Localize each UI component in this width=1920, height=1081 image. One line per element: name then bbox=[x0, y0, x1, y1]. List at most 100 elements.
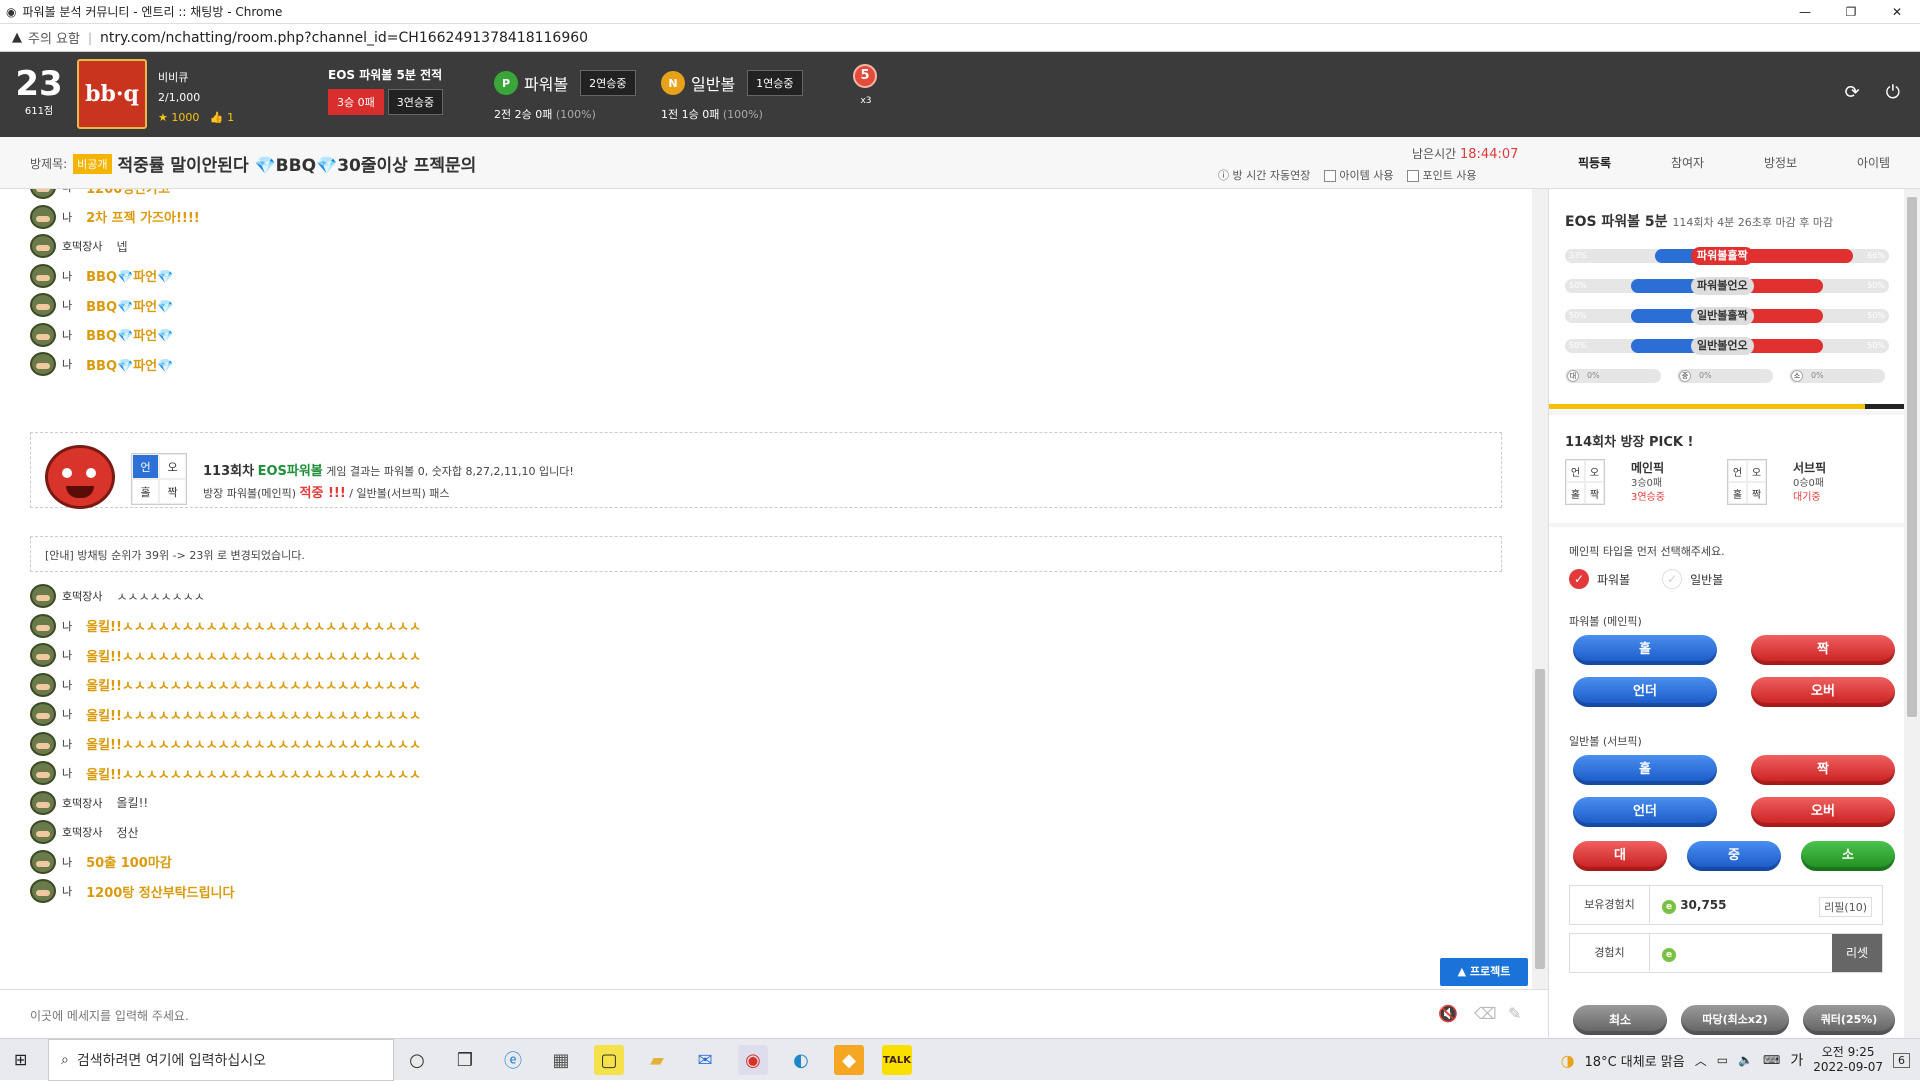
size-big-button[interactable]: 대 bbox=[1573, 841, 1667, 871]
normalball-type-label[interactable]: 일반볼 bbox=[1690, 571, 1723, 588]
user-avatar[interactable] bbox=[30, 643, 56, 667]
normalball-over-button[interactable]: 오버 bbox=[1751, 797, 1895, 827]
maximize-button[interactable]: ❐ bbox=[1828, 0, 1874, 24]
tab-pick-register[interactable]: 픽등록 bbox=[1548, 137, 1641, 188]
magic-wand-icon[interactable]: ✎ bbox=[1508, 1004, 1521, 1023]
message-nick[interactable]: 나 bbox=[62, 677, 72, 693]
user-avatar[interactable] bbox=[30, 613, 56, 638]
chat-log[interactable]: 나1200정산가고나2차 프젝 가즈아!!!!호떡장사넵나BBQ💎파언💎나BBQ… bbox=[0, 189, 1530, 989]
ime-indicator[interactable]: 가 bbox=[1790, 1050, 1803, 1070]
eraser-icon[interactable]: ⌫ bbox=[1474, 1004, 1497, 1023]
user-avatar[interactable] bbox=[30, 234, 56, 258]
powerball-even-button[interactable]: 짝 bbox=[1751, 635, 1895, 665]
calculator-icon[interactable]: ▦ bbox=[546, 1045, 576, 1075]
normalball-odd-button[interactable]: 홀 bbox=[1573, 755, 1717, 785]
message-nick[interactable]: 나 bbox=[62, 618, 72, 634]
item-use-checkbox[interactable] bbox=[1324, 170, 1337, 182]
keyboard-icon[interactable]: ⌨ bbox=[1763, 1053, 1780, 1067]
windows-start-icon[interactable]: ⊞ bbox=[14, 1050, 27, 1069]
chrome-app-icon[interactable]: ◉ bbox=[738, 1045, 768, 1075]
chat-scrollbar[interactable] bbox=[1532, 189, 1548, 989]
message-nick[interactable]: 호떡장사 bbox=[62, 795, 102, 811]
close-button[interactable]: ✕ bbox=[1874, 0, 1920, 24]
mute-icon[interactable]: 🔇 bbox=[1438, 1004, 1458, 1023]
user-avatar[interactable] bbox=[30, 189, 56, 199]
point-use-option[interactable]: 포인트 사용 bbox=[1407, 167, 1477, 183]
panel-scrollbar[interactable] bbox=[1904, 189, 1920, 1038]
message-nick[interactable]: 나 bbox=[62, 736, 72, 752]
powerball-under-button[interactable]: 언더 bbox=[1573, 677, 1717, 707]
user-avatar[interactable] bbox=[30, 879, 56, 903]
min-bet-button[interactable]: 최소 bbox=[1573, 1005, 1667, 1035]
size-mid-button[interactable]: 중 bbox=[1687, 841, 1781, 871]
taskbar-search-text[interactable]: 검색하려면 여기에 입력하십시오 bbox=[77, 1050, 266, 1070]
odds-bar-label[interactable]: 일반볼홀짝 bbox=[1691, 307, 1754, 325]
tray-chevron-icon[interactable]: ︿ bbox=[1695, 1052, 1707, 1069]
message-nick[interactable]: 호떡장사 bbox=[62, 588, 102, 604]
message-nick[interactable]: 호떡장사 bbox=[62, 824, 102, 840]
security-warning[interactable]: 주의 요함 bbox=[28, 28, 80, 47]
weather-text[interactable]: 18°C 대체로 맑음 bbox=[1585, 1051, 1685, 1070]
normalball-even-button[interactable]: 짝 bbox=[1751, 755, 1895, 785]
reset-button[interactable]: 리셋 bbox=[1832, 934, 1882, 972]
task-view-icon[interactable]: ❒ bbox=[450, 1045, 480, 1075]
kakaotalk-icon[interactable]: TALK bbox=[882, 1045, 912, 1075]
size-small-button[interactable]: 소 bbox=[1801, 841, 1895, 871]
message-nick[interactable]: 나 bbox=[62, 706, 72, 722]
owner-name[interactable]: 비비큐 bbox=[158, 68, 234, 88]
user-avatar[interactable] bbox=[30, 790, 56, 815]
message-nick[interactable]: 나 bbox=[62, 327, 72, 343]
chat-scroll-thumb[interactable] bbox=[1535, 669, 1545, 969]
message-nick[interactable]: 나 bbox=[62, 647, 72, 663]
message-nick[interactable]: 나 bbox=[62, 189, 72, 195]
user-avatar[interactable] bbox=[30, 761, 56, 785]
odds-bar-label[interactable]: 파워볼홀짝 bbox=[1691, 247, 1754, 265]
message-nick[interactable]: 호떡장사 bbox=[62, 238, 102, 254]
point-use-checkbox[interactable] bbox=[1407, 170, 1420, 182]
powerball-over-button[interactable]: 오버 bbox=[1751, 677, 1895, 707]
message-nick[interactable]: 나 bbox=[62, 883, 72, 899]
user-avatar[interactable] bbox=[30, 731, 56, 756]
double-bet-button[interactable]: 따당(최소x2) bbox=[1681, 1005, 1789, 1035]
normalball-type-radio[interactable]: ✓ bbox=[1662, 569, 1683, 589]
user-avatar[interactable] bbox=[30, 584, 56, 608]
clock[interactable]: 오전 9:25 2022-09-07 bbox=[1813, 1045, 1883, 1075]
user-avatar[interactable] bbox=[30, 293, 56, 317]
panel-scroll-thumb[interactable] bbox=[1907, 197, 1917, 717]
powerball-type-radio[interactable]: ✓ bbox=[1569, 569, 1589, 589]
message-nick[interactable]: 나 bbox=[62, 268, 72, 284]
mail-icon[interactable]: ✉ bbox=[690, 1045, 720, 1075]
user-avatar[interactable] bbox=[30, 820, 56, 844]
refresh-icon[interactable]: ⟳ bbox=[1845, 82, 1860, 103]
taskbar-search[interactable]: ⌕ 검색하려면 여기에 입력하십시오 bbox=[48, 1039, 394, 1081]
notification-icon[interactable]: 6 bbox=[1893, 1052, 1910, 1068]
tab-items[interactable]: 아이템 bbox=[1827, 137, 1920, 188]
ie-icon[interactable]: ⓔ bbox=[498, 1045, 528, 1075]
message-nick[interactable]: 나 bbox=[62, 209, 72, 225]
volume-icon[interactable]: 🔈 bbox=[1738, 1053, 1753, 1067]
normalball-under-button[interactable]: 언더 bbox=[1573, 797, 1717, 827]
sticky-notes-icon[interactable]: ▢ bbox=[594, 1045, 624, 1075]
item-use-option[interactable]: 아이템 사용 bbox=[1324, 167, 1393, 183]
tab-room-info[interactable]: 방정보 bbox=[1734, 137, 1827, 188]
auto-extend-option[interactable]: ⓘ 방 시간 자동연장 bbox=[1218, 167, 1310, 183]
quarter-bet-button[interactable]: 쿼터(25%) bbox=[1803, 1005, 1895, 1035]
room-logo[interactable]: bb·q bbox=[77, 59, 147, 129]
user-avatar[interactable] bbox=[30, 849, 56, 874]
message-nick[interactable]: 나 bbox=[62, 854, 72, 870]
user-avatar[interactable] bbox=[30, 672, 56, 697]
user-avatar[interactable] bbox=[30, 702, 56, 726]
tab-participants[interactable]: 참여자 bbox=[1641, 137, 1734, 188]
exp-bet-input[interactable] bbox=[1670, 934, 1822, 972]
chat-input[interactable]: 이곳에 메세지를 입력해 주세요. bbox=[30, 1007, 189, 1024]
user-avatar[interactable] bbox=[30, 263, 56, 288]
exp-refill-button[interactable]: 리필(10) bbox=[1819, 897, 1872, 917]
edge-icon[interactable]: ◐ bbox=[786, 1045, 816, 1075]
url-text[interactable]: ntry.com/nchatting/room.php?channel_id=C… bbox=[100, 30, 588, 46]
cortana-icon[interactable]: ○ bbox=[402, 1045, 432, 1075]
odds-bar-label[interactable]: 일반볼언오 bbox=[1691, 337, 1754, 355]
user-avatar[interactable] bbox=[30, 322, 56, 347]
user-avatar[interactable] bbox=[30, 204, 56, 229]
message-nick[interactable]: 나 bbox=[62, 765, 72, 781]
project-button[interactable]: ▲ 프로젝트 bbox=[1440, 958, 1528, 986]
